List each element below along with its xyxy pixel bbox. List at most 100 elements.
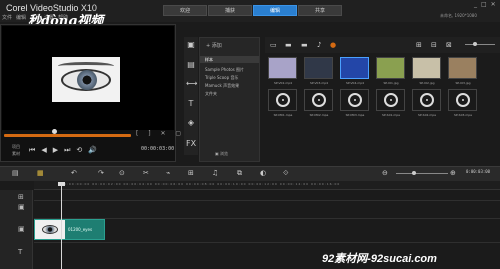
workspace-tabs: 欢迎 捕获 编辑 共享 xyxy=(163,5,342,16)
clip-label: 01200_eyes xyxy=(68,227,93,232)
list-view-icon[interactable]: ⊞ xyxy=(416,41,422,49)
folder-item-sample[interactable]: 样本 xyxy=(205,57,213,63)
show-audio-icon[interactable]: ♪ xyxy=(317,41,321,49)
media-thumbnail[interactable] xyxy=(412,57,441,79)
close-icon[interactable]: ✕ xyxy=(491,1,496,8)
audio-disc-icon xyxy=(312,93,326,107)
transition-icon[interactable]: ⟷ xyxy=(186,79,197,89)
media-thumbnail[interactable] xyxy=(304,89,333,111)
zoom-out-icon[interactable]: ⊖ xyxy=(382,169,388,177)
media-thumbnail[interactable] xyxy=(448,57,477,79)
overlay-track-icon[interactable]: ▣ xyxy=(18,225,25,233)
instant-project-icon[interactable]: ▤ xyxy=(186,60,196,70)
tab-edit[interactable]: 编辑 xyxy=(253,5,297,16)
trim-markers[interactable]: [ ] ✕ ▢ xyxy=(136,130,185,137)
media-thumbnail[interactable] xyxy=(304,57,333,79)
sort-icon[interactable]: ⊠ xyxy=(446,41,452,49)
storyboard-view-icon[interactable]: ▤ xyxy=(12,169,19,177)
thumb-size-knob[interactable] xyxy=(473,42,477,46)
prev-frame-icon[interactable]: ◀ xyxy=(41,146,46,155)
audio-disc-icon xyxy=(348,93,362,107)
media-thumbnail[interactable] xyxy=(448,89,477,111)
track-divider xyxy=(34,200,500,201)
media-grid: SP-V02.mp4 SP-V03.mp4 SP-V04.mp4 SP-I01.jpg… xyxy=(265,55,477,140)
track-motion-icon[interactable]: ⟐ xyxy=(283,169,289,178)
play-icon[interactable]: ▶ xyxy=(53,146,58,155)
track-manager-icon[interactable]: ⊞ xyxy=(18,193,24,201)
thumbnail-label: SP-I01.jpg xyxy=(383,81,399,85)
tab-share[interactable]: 共享 xyxy=(298,5,342,16)
media-thumbnail[interactable] xyxy=(268,89,297,111)
library-sidebar xyxy=(184,37,198,155)
end-icon[interactable]: ⏭ xyxy=(64,146,70,155)
audio-disc-icon xyxy=(456,93,470,107)
thumb-size-slider[interactable] xyxy=(465,44,495,45)
title-track-icon[interactable]: T xyxy=(18,248,22,256)
tab-welcome[interactable]: 欢迎 xyxy=(163,5,207,16)
mode-clip[interactable]: 素材 xyxy=(12,150,20,157)
undo-icon[interactable]: ↶ xyxy=(71,169,77,177)
folder-item-folder[interactable]: 文件夹 xyxy=(205,91,217,97)
folder-item-music[interactable]: Triple Scoop 音乐 xyxy=(205,75,238,81)
thumbnail-label: SP-I02.jpg xyxy=(419,81,435,85)
menu-file[interactable]: 文件 xyxy=(2,15,12,21)
zoom-slider[interactable] xyxy=(396,173,448,174)
folder-open-icon[interactable]: ▭ xyxy=(270,41,277,49)
thumbnail-label: SP-S02.mpa xyxy=(417,113,437,117)
media-thumbnail[interactable] xyxy=(376,89,405,111)
maximize-icon[interactable]: □ xyxy=(481,1,487,8)
mask-icon[interactable]: ◐ xyxy=(260,169,266,177)
timeline-view-icon[interactable]: ▦ xyxy=(37,169,44,177)
volume-icon[interactable]: 🔊 xyxy=(88,146,97,155)
minimize-icon[interactable]: _ xyxy=(474,1,477,8)
scrub-bar[interactable] xyxy=(4,134,131,137)
folder-item-sound[interactable]: Mamuck 声音效果 xyxy=(205,83,239,89)
show-photo-icon[interactable]: ▬ xyxy=(301,41,308,49)
timeline-timecode[interactable]: 0:00:03:00 xyxy=(466,169,490,174)
eye-shape xyxy=(42,225,58,234)
thumbnail-label: SP-V03.mp4 xyxy=(309,81,329,85)
media-thumbnail[interactable] xyxy=(376,57,405,79)
track-header xyxy=(0,190,33,269)
subtitle-icon[interactable]: ⧉ xyxy=(237,169,242,178)
record-icon[interactable]: ⊙ xyxy=(119,169,125,177)
preview-image xyxy=(52,57,120,102)
add-folder-button[interactable]: + 添加 xyxy=(206,42,222,49)
scrub-handle[interactable] xyxy=(52,129,57,134)
player-timecode[interactable]: 00:00:03:00 xyxy=(141,146,174,152)
audio-disc-icon xyxy=(276,93,290,107)
stock-media-icon[interactable]: ● xyxy=(330,41,336,49)
media-thumbnail[interactable] xyxy=(412,89,441,111)
media-thumbnail[interactable] xyxy=(340,89,369,111)
multicam-icon[interactable]: ⊞ xyxy=(188,169,194,177)
home-icon[interactable]: ⏮ xyxy=(29,146,35,155)
video-track-icon[interactable]: ▣ xyxy=(18,203,25,211)
menu-edit[interactable]: 编辑 xyxy=(16,15,26,21)
browse-button[interactable]: ▣ 浏览 xyxy=(215,151,228,157)
mode-project[interactable]: 项目 xyxy=(12,143,20,150)
motion-icon[interactable]: ⌁ xyxy=(166,169,170,177)
playhead[interactable] xyxy=(61,183,62,269)
zoom-in-icon[interactable]: ⊕ xyxy=(450,169,456,177)
thumbnail-label: SP-M02.mpa xyxy=(309,113,329,117)
redo-icon[interactable]: ↷ xyxy=(98,169,104,177)
audio-mix-icon[interactable]: ♫ xyxy=(212,169,218,177)
show-video-icon[interactable]: ▬ xyxy=(285,41,292,49)
zoom-knob[interactable] xyxy=(412,171,416,175)
filter-icon[interactable]: FX xyxy=(186,139,196,149)
graphic-icon[interactable]: ◈ xyxy=(186,118,196,128)
media-thumbnail[interactable] xyxy=(340,57,369,79)
split-icon[interactable]: ✂ xyxy=(143,169,149,177)
media-icon[interactable]: ▣ xyxy=(186,40,196,50)
media-thumbnail[interactable] xyxy=(268,57,297,79)
transport-controls: ⏮ ◀ ▶ ⏭ ⟲ 🔊 xyxy=(29,146,97,155)
repeat-icon[interactable]: ⟲ xyxy=(76,146,82,155)
folder-item-photos[interactable]: Sample Photos 图片 xyxy=(205,67,244,73)
audio-disc-icon xyxy=(420,93,434,107)
tab-capture[interactable]: 捕获 xyxy=(208,5,252,16)
thumbnail-view-icon[interactable]: ⊟ xyxy=(431,41,437,49)
project-info: 未命名, 1920*1080 xyxy=(440,13,477,18)
thumbnail-label: SP-M03.mpa xyxy=(345,113,365,117)
title-icon[interactable]: T xyxy=(186,99,196,109)
thumbnail-label: SP-V02.mp4 xyxy=(273,81,293,85)
